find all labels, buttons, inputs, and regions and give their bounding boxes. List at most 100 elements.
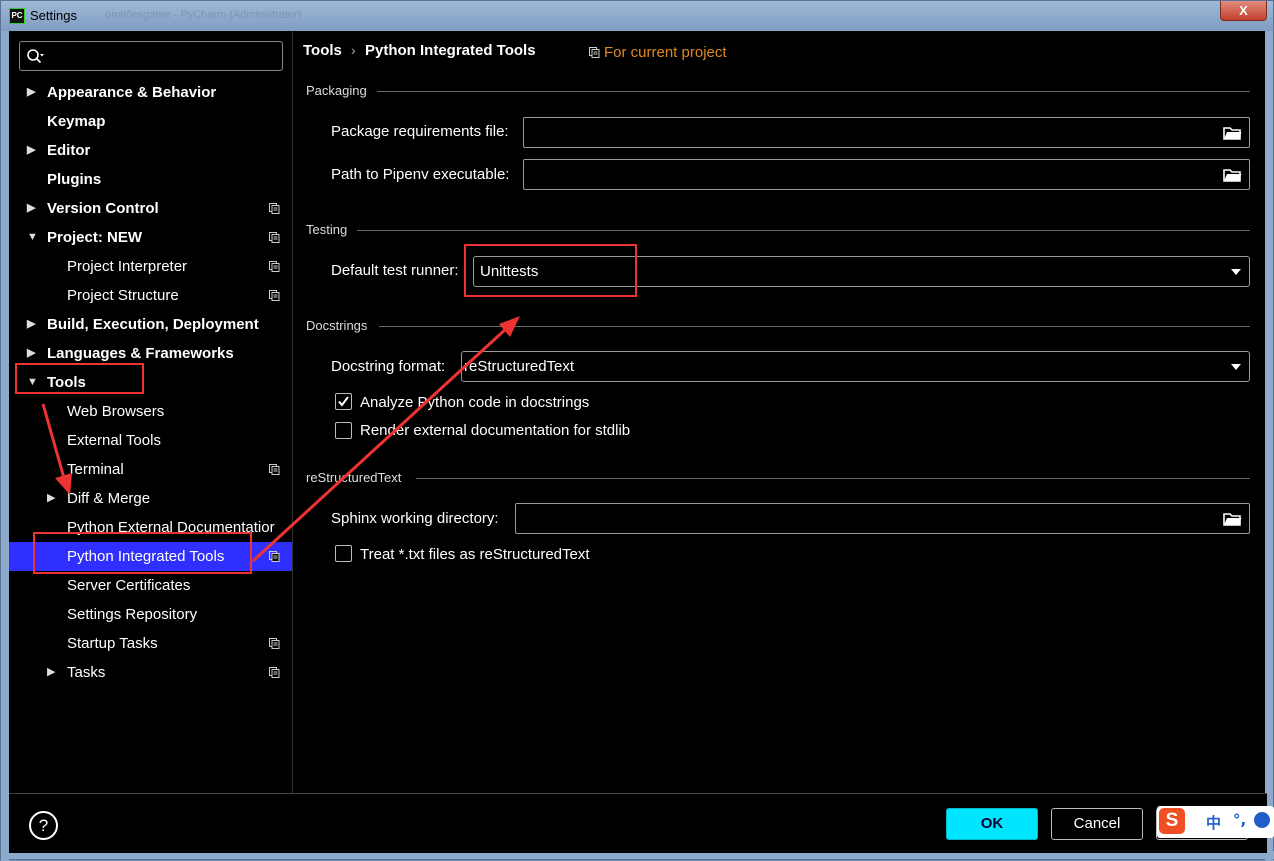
treat-txt-label[interactable]: Treat *.txt files as reStructuredText [360, 546, 590, 563]
sidebar-item-label: Tasks [67, 664, 106, 681]
section-divider [377, 91, 1250, 92]
sidebar-item-settings-repository[interactable]: Settings Repository [9, 600, 292, 629]
window-frame-left [1, 31, 9, 861]
title-bar[interactable]: PC Settings ...onal/lesgame - PyCharm (A… [1, 1, 1273, 31]
sidebar-item-project-structure[interactable]: Project Structure [9, 281, 292, 310]
folder-icon[interactable] [1223, 511, 1242, 526]
window-title: Settings [30, 8, 77, 23]
sidebar-item-project-new[interactable]: ▼ Project: NEW [9, 223, 292, 252]
sidebar-item-label: Plugins [47, 171, 102, 188]
section-packaging: Packaging [306, 83, 367, 98]
sidebar-item-startup-tasks[interactable]: Startup Tasks [9, 629, 292, 658]
sidebar-item-plugins[interactable]: Plugins [9, 165, 292, 194]
breadcrumb-parent[interactable]: Tools [303, 42, 342, 59]
sidebar-item-label: Project Structure [67, 287, 179, 304]
sidebar-item-label: Editor [47, 142, 91, 159]
sidebar-item-label: External Tools [67, 432, 161, 449]
checkmark-icon [338, 396, 349, 407]
sidebar-item-label: Server Certificates [67, 577, 191, 594]
section-testing: Testing [306, 222, 348, 237]
treat-txt-checkbox[interactable] [335, 545, 352, 562]
annotation-box-test-runner [464, 244, 637, 297]
sidebar-item-label: Project: NEW [47, 229, 143, 246]
settings-sidebar: ▶ Appearance & Behavior Keymap ▶ Editor Plugi… [9, 31, 292, 793]
pipenv-label: Path to Pipenv executable: [331, 166, 510, 183]
render-docs-checkbox[interactable] [335, 422, 352, 439]
help-button[interactable]: ? [29, 811, 58, 840]
chevron-down-icon [1231, 364, 1241, 370]
requirements-label: Package requirements file: [331, 123, 509, 140]
sidebar-item-label: Appearance & Behavior [47, 84, 217, 101]
collapsed-arrow-icon[interactable]: ▶ [27, 194, 35, 223]
project-scope-icon [269, 290, 280, 301]
cancel-button[interactable]: Cancel [1051, 808, 1143, 840]
section-divider [357, 230, 1250, 231]
project-scope-icon [269, 261, 280, 272]
sidebar-item-project-interpreter[interactable]: Project Interpreter [9, 252, 292, 281]
sidebar-item-version-control[interactable]: ▶ Version Control [9, 194, 292, 223]
folder-icon[interactable] [1223, 125, 1242, 140]
close-button[interactable]: X [1220, 1, 1267, 21]
section-divider [379, 326, 1250, 327]
sidebar-item-label: Project Interpreter [67, 258, 188, 275]
project-scope-icon [269, 551, 280, 562]
project-scope-icon [269, 667, 280, 678]
collapsed-arrow-icon[interactable]: ▶ [27, 78, 35, 107]
expanded-arrow-icon[interactable]: ▼ [27, 223, 38, 252]
requirements-file-field[interactable] [523, 117, 1250, 148]
sidebar-item-label: Settings Repository [67, 606, 198, 623]
settings-dialog: PC Settings ...onal/lesgame - PyCharm (A… [0, 0, 1274, 861]
test-runner-label: Default test runner: [331, 262, 459, 279]
sphinx-dir-field[interactable] [515, 503, 1250, 534]
sidebar-item-external-tools[interactable]: External Tools [9, 426, 292, 455]
analyze-docstrings-label[interactable]: Analyze Python code in docstrings [360, 394, 589, 411]
sidebar-item-appearance-behavior[interactable]: ▶ Appearance & Behavior [9, 78, 292, 107]
ok-button[interactable]: OK [946, 808, 1038, 840]
sidebar-item-diff-merge[interactable]: ▶ Diff & Merge [9, 484, 292, 513]
breadcrumb-separator: › [351, 42, 356, 58]
pipenv-path-field[interactable] [523, 159, 1250, 190]
analyze-docstrings-checkbox[interactable] [335, 393, 352, 410]
settings-content: Tools › Python Integrated Tools For curr… [293, 31, 1267, 793]
sidebar-item-web-browsers[interactable]: Web Browsers [9, 397, 292, 426]
ime-punctuation[interactable]: °, [1233, 811, 1246, 829]
settings-search-input[interactable] [19, 41, 283, 71]
ime-toolbar[interactable]: S 中 °, [1157, 806, 1274, 838]
sidebar-item-label: Web Browsers [67, 403, 165, 420]
project-scope-icon [269, 638, 280, 649]
ime-language[interactable]: 中 [1206, 812, 1221, 833]
collapsed-arrow-icon[interactable]: ▶ [47, 658, 55, 687]
sidebar-item-keymap[interactable]: Keymap [9, 107, 292, 136]
section-restructuredtext: reStructuredText [306, 470, 402, 485]
sidebar-item-label: Keymap [47, 113, 106, 130]
sidebar-item-terminal[interactable]: Terminal [9, 455, 292, 484]
sidebar-item-label: Version Control [47, 200, 159, 217]
project-scope-icon [269, 464, 280, 475]
sidebar-item-tasks[interactable]: ▶ Tasks [9, 658, 292, 687]
render-docs-label[interactable]: Render external documentation for stdlib [360, 422, 630, 439]
sidebar-item-label: Startup Tasks [67, 635, 158, 652]
sidebar-item-label: Build, Execution, Deployment [47, 316, 259, 333]
sidebar-item-build-execution-deployment[interactable]: ▶ Build, Execution, Deployment [9, 310, 292, 339]
sidebar-item-editor[interactable]: ▶ Editor [9, 136, 292, 165]
folder-icon[interactable] [1223, 167, 1242, 182]
sidebar-item-label: Terminal [67, 461, 124, 478]
collapsed-arrow-icon[interactable]: ▶ [27, 136, 35, 165]
section-docstrings: Docstrings [306, 318, 368, 333]
scope-label: For current project [604, 44, 727, 61]
sogou-logo: S [1159, 808, 1185, 834]
background-window-title: ...onal/lesgame - PyCharm (Administrator… [96, 9, 302, 21]
docstring-format-label: Docstring format: [331, 358, 446, 375]
sidebar-item-server-certificates[interactable]: Server Certificates [9, 571, 292, 600]
section-divider [416, 478, 1250, 479]
collapsed-arrow-icon[interactable]: ▶ [47, 484, 55, 513]
collapsed-arrow-icon[interactable]: ▶ [27, 310, 35, 339]
project-scope-icon [589, 47, 600, 58]
chevron-down-icon [1231, 269, 1241, 275]
project-scope-icon [269, 232, 280, 243]
docstring-format-value: reStructuredText [464, 358, 575, 375]
pycharm-icon: PC [9, 8, 25, 24]
emoji-icon[interactable] [1254, 812, 1270, 828]
docstring-format-dropdown[interactable]: reStructuredText [461, 351, 1250, 382]
dialog-footer: ? OK Cancel [9, 793, 1267, 853]
